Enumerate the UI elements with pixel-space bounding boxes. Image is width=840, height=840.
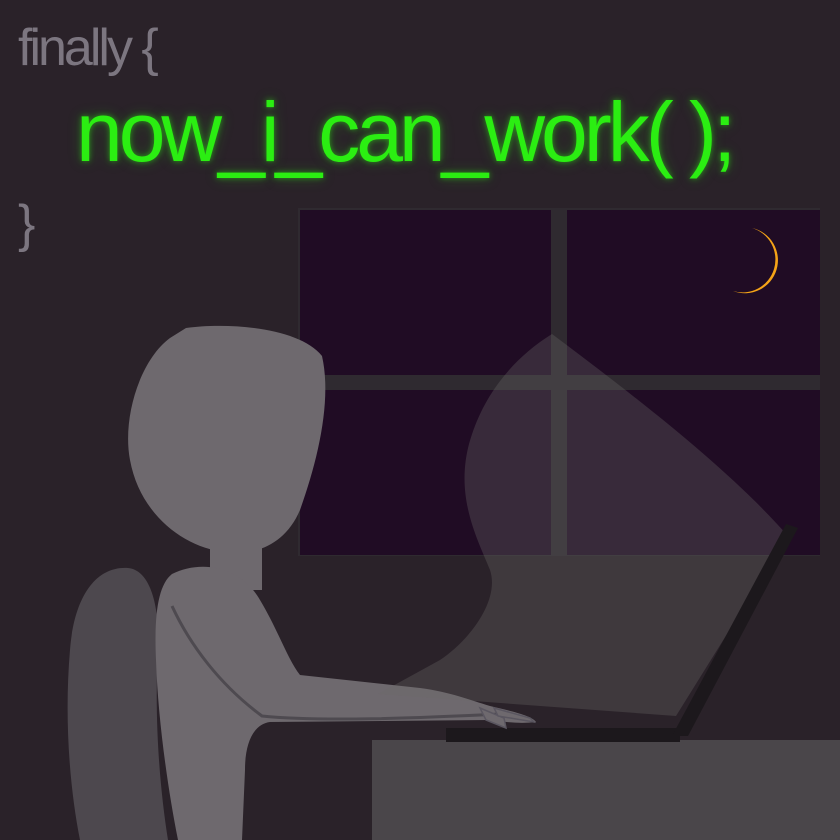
- chair: [67, 567, 168, 840]
- code-closing-brace: }: [18, 195, 36, 253]
- window-pane-top-left: [300, 210, 551, 375]
- code-keyword-line: finally {: [18, 19, 159, 77]
- person-fingers: [478, 706, 537, 730]
- illustration-scene: finally { now_i_can_work( ); }: [0, 0, 840, 840]
- laptop-base: [446, 728, 680, 742]
- code-function-call-line: now_i_can_work( );: [76, 85, 736, 179]
- person-head: [128, 325, 326, 553]
- desk: [372, 740, 840, 840]
- window-pane-top-right: [567, 210, 820, 375]
